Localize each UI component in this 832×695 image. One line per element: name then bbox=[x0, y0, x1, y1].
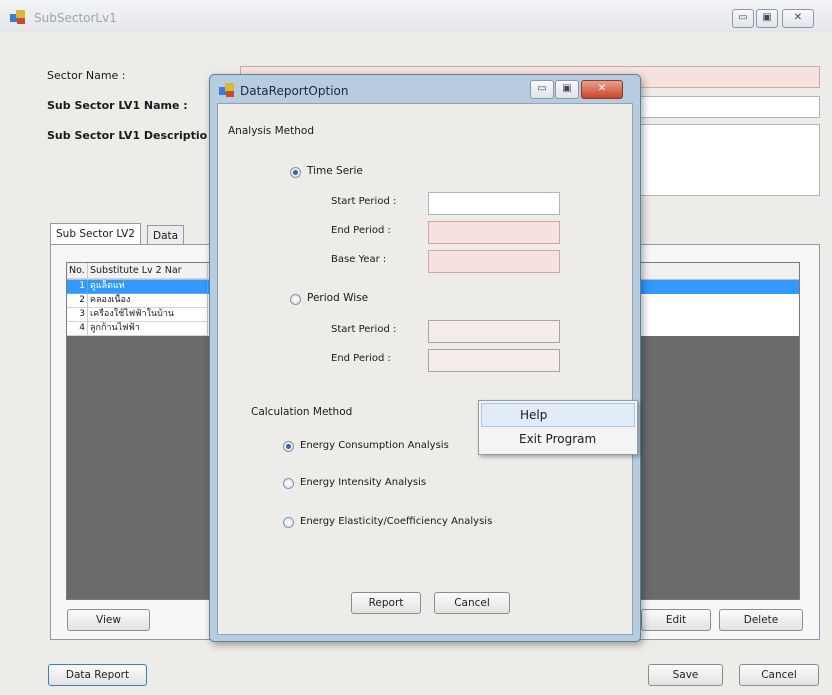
row-name: ลูกก้านไฟฟ้า bbox=[88, 322, 208, 336]
time-serie-radio[interactable] bbox=[290, 167, 301, 178]
close-icon[interactable]: ✕ bbox=[782, 9, 814, 28]
dialog-app-icon bbox=[219, 83, 235, 97]
dialog-client-area: Analysis Method Time Serie Start Period … bbox=[217, 103, 633, 635]
energy-consumption-radio[interactable] bbox=[283, 441, 294, 452]
energy-intensity-label: Energy Intensity Analysis bbox=[300, 477, 427, 488]
base-year-input[interactable] bbox=[428, 250, 560, 273]
cancel-button[interactable]: Cancel bbox=[739, 664, 819, 686]
save-button[interactable]: Save bbox=[648, 664, 723, 686]
dialog-maximize-icon[interactable]: ▣ bbox=[555, 80, 579, 99]
menu-item-exit-program-label: Exit Program bbox=[519, 432, 597, 446]
dialog-cancel-button[interactable]: Cancel bbox=[434, 592, 510, 614]
period-wise-label: Period Wise bbox=[307, 292, 369, 304]
data-report-button[interactable]: Data Report bbox=[48, 664, 147, 686]
row-no: 4 bbox=[67, 322, 88, 336]
energy-consumption-label: Energy Consumption Analysis bbox=[300, 440, 449, 451]
row-no: 3 bbox=[67, 308, 88, 322]
dialog-minimize-icon[interactable]: ▭ bbox=[530, 80, 554, 99]
delete-button[interactable]: Delete bbox=[719, 609, 803, 631]
energy-elasticity-label: Energy Elasticity/Coefficiency Analysis bbox=[300, 516, 493, 527]
pw-end-period-label: End Period : bbox=[331, 353, 391, 364]
menu-item-exit-program[interactable]: Exit Program bbox=[481, 429, 635, 453]
energy-intensity-radio[interactable] bbox=[283, 478, 294, 489]
pw-start-period-input[interactable] bbox=[428, 320, 560, 343]
report-button[interactable]: Report bbox=[351, 592, 421, 614]
context-menu: Help Exit Program bbox=[478, 400, 638, 455]
tab-data[interactable]: Data bbox=[147, 225, 185, 245]
energy-elasticity-radio[interactable] bbox=[283, 517, 294, 528]
sub-sector-description-label: Sub Sector LV1 Descriptio bbox=[47, 129, 208, 142]
main-title-bar[interactable]: SubSectorLv1 ▭ ▣ ✕ bbox=[0, 0, 832, 32]
app-icon bbox=[10, 10, 26, 24]
view-button[interactable]: View bbox=[67, 609, 150, 631]
base-year-label: Base Year : bbox=[331, 254, 387, 265]
sector-name-label: Sector Name : bbox=[47, 69, 126, 82]
pw-end-period-input[interactable] bbox=[428, 349, 560, 372]
edit-button[interactable]: Edit bbox=[641, 609, 711, 631]
grid-header-no[interactable]: No. bbox=[67, 263, 88, 279]
row-name: ดูแล็ดแท่ bbox=[88, 280, 208, 294]
sub-sector-name-label: Sub Sector LV1 Name : bbox=[47, 99, 188, 112]
ts-end-period-label: End Period : bbox=[331, 225, 391, 236]
analysis-method-label: Analysis Method bbox=[228, 125, 314, 137]
ts-end-period-input[interactable] bbox=[428, 221, 560, 244]
time-serie-label: Time Serie bbox=[307, 165, 363, 177]
ts-start-period-input[interactable] bbox=[428, 192, 560, 215]
row-no: 2 bbox=[67, 294, 88, 308]
pw-start-period-label: Start Period : bbox=[331, 324, 397, 335]
period-wise-radio[interactable] bbox=[290, 294, 301, 305]
row-no: 1 bbox=[67, 280, 88, 294]
dialog-close-icon[interactable]: ✕ bbox=[581, 80, 623, 99]
row-name: เครื่องใช้ไฟฟ้าในบ้าน bbox=[88, 308, 208, 322]
menu-item-help-label: Help bbox=[520, 408, 548, 422]
window-title: SubSectorLv1 bbox=[34, 11, 117, 25]
tab-sub-sector-lv2[interactable]: Sub Sector LV2 bbox=[50, 223, 141, 245]
maximize-icon[interactable]: ▣ bbox=[756, 9, 778, 28]
grid-header-name[interactable]: Substitute Lv 2 Nar bbox=[88, 263, 208, 279]
calculation-method-label: Calculation Method bbox=[251, 406, 353, 418]
minimize-icon[interactable]: ▭ bbox=[732, 9, 754, 28]
ts-start-period-label: Start Period : bbox=[331, 196, 397, 207]
dialog-title: DataReportOption bbox=[240, 84, 349, 98]
row-name: คลองเนื้อง bbox=[88, 294, 208, 308]
menu-item-help[interactable]: Help bbox=[481, 403, 635, 427]
data-report-option-dialog: DataReportOption ▭ ▣ ✕ Analysis Method T… bbox=[209, 74, 641, 642]
